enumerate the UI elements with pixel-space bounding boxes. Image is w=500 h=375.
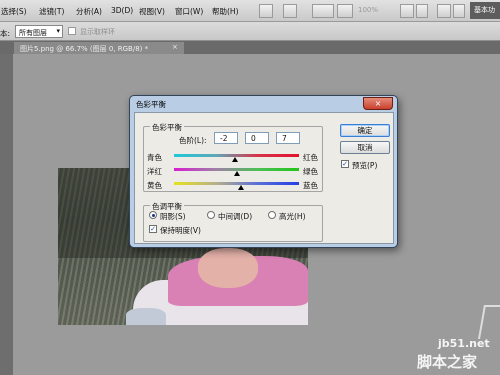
tools-panel-strip <box>0 54 13 375</box>
preview-label: 预览(P) <box>352 161 378 170</box>
highlights-radio[interactable] <box>268 211 276 219</box>
level-cyan-red-input[interactable]: -2 <box>214 132 238 144</box>
slider-right-label: 绿色 <box>303 167 318 176</box>
workspace-button[interactable]: 基本功 <box>470 2 500 19</box>
ok-button[interactable]: 确定 <box>340 124 390 137</box>
midtones-label: 中间调(D) <box>218 212 253 221</box>
menu-window[interactable]: 窗口(W) <box>175 6 203 17</box>
bridge-icon[interactable] <box>259 4 273 18</box>
sample-select[interactable]: 所有图层 ▾ <box>15 25 63 38</box>
slider-magenta-green: 洋红 绿色 <box>144 165 324 177</box>
dialog-body: 色彩平衡 色阶(L): -2 0 7 青色 红色 洋红 绿色 黄色 蓝色 色调平… <box>134 112 394 244</box>
watermark-logo <box>478 305 500 339</box>
preserve-luminosity-label: 保持明度(V) <box>160 226 201 235</box>
highlights-label: 高光(H) <box>279 212 306 221</box>
color-balance-group-title: 色彩平衡 <box>150 122 184 133</box>
shadows-label: 阴影(S) <box>160 212 186 221</box>
sample-select-value: 所有图层 <box>19 29 47 37</box>
hand-icon[interactable] <box>337 4 353 18</box>
close-icon[interactable]: × <box>172 43 178 51</box>
document-tab-bar: 图片5.png @ 66.7% (图层 0, RGB/8) * × <box>0 41 500 54</box>
cancel-button[interactable]: 取消 <box>340 141 390 154</box>
cyan-red-thumb[interactable] <box>232 157 239 162</box>
yellow-blue-thumb[interactable] <box>237 185 244 190</box>
options-bar: 本: 所有图层 ▾ 显示取样环 <box>0 22 500 41</box>
preview-checkbox[interactable]: ✓ <box>341 160 349 168</box>
extras-icon[interactable] <box>312 4 334 18</box>
color-balance-dialog: 色彩平衡 × 色彩平衡 色阶(L): -2 0 7 青色 红色 洋红 绿色 黄色 <box>129 95 398 248</box>
zoom-level[interactable]: 100% <box>358 6 378 14</box>
arrange-dropdown-icon[interactable] <box>416 4 428 18</box>
menu-analysis[interactable]: 分析(A) <box>76 6 102 17</box>
yellow-blue-track[interactable] <box>174 182 299 185</box>
chevron-down-icon: ▾ <box>56 27 60 35</box>
menu-view[interactable]: 视图(V) <box>139 6 165 17</box>
slider-cyan-red: 青色 红色 <box>144 151 324 163</box>
show-ring-checkbox[interactable] <box>68 27 76 35</box>
level-magenta-green-input[interactable]: 0 <box>245 132 269 144</box>
tone-balance-group: 色调平衡 阴影(S) 中间调(D) 高光(H) ✓ 保持明度(V) <box>143 201 323 242</box>
magenta-green-thumb[interactable] <box>233 171 240 176</box>
menu-3d[interactable]: 3D(D) <box>111 6 133 15</box>
sample-label: 本: <box>0 29 11 38</box>
screen-mode-icon[interactable] <box>437 4 451 18</box>
menu-bar: 选择(S) 滤镜(T) 分析(A) 3D(D) 视图(V) 窗口(W) 帮助(H… <box>0 0 500 22</box>
slider-left-label: 青色 <box>147 153 162 162</box>
toy <box>126 308 166 325</box>
slider-left-label: 洋红 <box>147 167 162 176</box>
slider-right-label: 红色 <box>303 153 318 162</box>
menu-help[interactable]: 帮助(H) <box>212 6 239 17</box>
preserve-luminosity-checkbox[interactable]: ✓ <box>149 225 157 233</box>
document-tab-title: 图片5.png @ 66.7% (图层 0, RGB/8) * <box>20 45 149 53</box>
screen-mode-dropdown-icon[interactable] <box>453 4 465 18</box>
levels-label: 色阶(L): <box>179 136 207 145</box>
watermark-url: jb51.net <box>438 337 490 350</box>
slider-yellow-blue: 黄色 蓝色 <box>144 179 324 191</box>
arrange-docs-icon[interactable] <box>400 4 414 18</box>
dialog-close-button[interactable]: × <box>363 97 393 110</box>
baby-face <box>198 248 258 288</box>
minibridge-icon[interactable] <box>283 4 297 18</box>
show-ring-label: 显示取样环 <box>80 28 115 36</box>
document-tab[interactable]: 图片5.png @ 66.7% (图层 0, RGB/8) * <box>14 42 184 54</box>
color-balance-group: 色彩平衡 色阶(L): -2 0 7 青色 红色 洋红 绿色 黄色 蓝色 <box>143 122 324 192</box>
level-yellow-blue-input[interactable]: 7 <box>276 132 300 144</box>
menu-filter[interactable]: 滤镜(T) <box>39 6 64 17</box>
midtones-radio[interactable] <box>207 211 215 219</box>
dialog-title: 色彩平衡 <box>136 100 166 109</box>
watermark-site-name: 脚本之家 <box>417 353 478 371</box>
shadows-radio[interactable] <box>149 211 157 219</box>
slider-left-label: 黄色 <box>147 181 162 190</box>
menu-select[interactable]: 选择(S) <box>1 6 27 17</box>
slider-right-label: 蓝色 <box>303 181 318 190</box>
